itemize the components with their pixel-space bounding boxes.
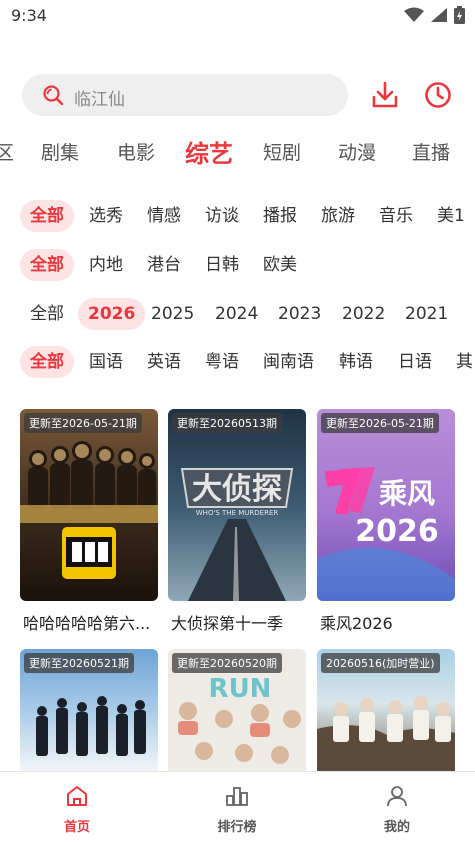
poster-title-text: 乘风 (379, 477, 435, 510)
filter-chip[interactable]: 播报 (263, 200, 297, 232)
filter-chip[interactable]: 2024 (215, 298, 258, 330)
show-card[interactable]: 大侦探 WHO'S THE MURDERER 更新至20260513期 大侦探第… (168, 409, 306, 633)
update-badge: 20260516(加时营业) (321, 653, 440, 673)
update-badge: 更新至2026-05-21期 (24, 413, 142, 433)
update-badge: 更新至2026-05-21期 (321, 413, 439, 433)
status-bar: 9:34 (0, 0, 475, 34)
filter-row-language: 全部 国语 英语 粤语 闽南语 韩语 日语 其 (0, 346, 475, 378)
filter-chip[interactable]: 旅游 (321, 200, 355, 232)
show-poster: 更新至2026-05-21期 (20, 409, 158, 601)
show-poster: 20260516(加时营业) (317, 649, 455, 771)
filter-chip[interactable]: 全部 (20, 249, 74, 281)
show-poster: 更新至20260521期 (20, 649, 158, 771)
show-poster: 乘风 2026 更新至2026-05-21期 (317, 409, 455, 601)
filter-chip[interactable]: 音乐 (379, 200, 413, 232)
wifi-icon (404, 7, 424, 22)
filter-chip[interactable]: 欧美 (263, 249, 297, 281)
tab-ranking[interactable]: 排行榜 (197, 784, 277, 835)
chart-icon (226, 787, 248, 806)
update-badge: 更新至20260513期 (172, 413, 282, 433)
poster-logo-text: 大侦探 (192, 472, 282, 507)
tab-label: 排行榜 (217, 820, 257, 835)
tab-series[interactable]: 剧集 (41, 138, 79, 165)
filter-chip[interactable]: 韩语 (339, 346, 373, 378)
filter-chip[interactable]: 国语 (89, 346, 123, 378)
battery-icon (454, 6, 465, 24)
poster-logo-text: RUN (209, 674, 272, 704)
filter-chip[interactable]: 全部 (20, 200, 74, 232)
filter-chip[interactable]: 港台 (147, 249, 181, 281)
filter-chip[interactable]: 2023 (278, 298, 321, 330)
filter-chip[interactable]: 情感 (147, 200, 181, 232)
signal-icon (431, 8, 447, 22)
tab-movies[interactable]: 电影 (117, 138, 155, 165)
tab-label: 我的 (383, 820, 410, 835)
bottom-tab-bar: 首页 排行榜 我的 (0, 771, 475, 845)
show-poster: RUN 更新至20260520期 (168, 649, 306, 771)
show-title: 乘风2026 (320, 614, 393, 633)
download-icon[interactable] (370, 80, 400, 110)
filter-chip[interactable]: 选秀 (89, 200, 123, 232)
update-badge: 更新至20260521期 (24, 653, 134, 673)
tab-variety[interactable]: 综艺 (185, 134, 233, 169)
search-placeholder: 临江仙 (74, 90, 125, 110)
tab-home[interactable]: 首页 (37, 784, 117, 835)
search-icon (43, 85, 64, 106)
poster-year-text: 2026 (355, 514, 439, 549)
filter-chip[interactable]: 访谈 (205, 200, 239, 232)
filter-row-type: 全部 选秀 情感 访谈 播报 旅游 音乐 美1 (0, 200, 475, 232)
filter-chip[interactable]: 其 (456, 346, 473, 378)
show-card[interactable]: 更新至20260521期 (20, 649, 158, 771)
filter-chip[interactable]: 2026 (78, 298, 146, 330)
show-title: 大侦探第十一季 (171, 614, 284, 633)
tab-live[interactable]: 直播 (412, 138, 450, 165)
history-icon[interactable] (423, 80, 453, 110)
search-row: 临江仙 (0, 72, 475, 118)
show-card[interactable]: 20260516(加时营业) (317, 649, 455, 771)
tab-label: 首页 (63, 820, 90, 835)
filter-chip[interactable]: 内地 (89, 249, 123, 281)
filter-chip[interactable]: 2021 (405, 298, 448, 330)
show-title: 哈哈哈哈哈第六... (23, 614, 151, 633)
poster-sub-text: WHO'S THE MURDERER (196, 509, 279, 517)
status-time: 9:34 (11, 6, 47, 25)
filter-chip[interactable]: 全部 (30, 298, 64, 330)
update-badge: 更新至20260520期 (172, 653, 282, 673)
filter-row-year: 全部 2026 2025 2024 2023 2022 2021 (0, 298, 475, 330)
tab-anime[interactable]: 动漫 (338, 138, 376, 165)
filter-chip[interactable]: 美1 (437, 200, 465, 232)
filter-row-region: 全部 内地 港台 日韩 欧美 (0, 249, 475, 281)
filter-chip[interactable]: 2025 (151, 298, 194, 330)
filter-chip[interactable]: 日语 (398, 346, 432, 378)
show-card[interactable]: RUN 更新至20260520期 (168, 649, 306, 771)
user-icon (387, 786, 407, 807)
filter-chip[interactable]: 全部 (20, 346, 74, 378)
filter-chip[interactable]: 闽南语 (263, 346, 314, 378)
filter-chip[interactable]: 英语 (147, 346, 181, 378)
tab-category-0[interactable]: 区 (0, 138, 14, 165)
filter-chip[interactable]: 粤语 (205, 346, 239, 378)
filter-chip[interactable]: 日韩 (205, 249, 239, 281)
home-icon (67, 786, 87, 806)
show-card[interactable]: 更新至2026-05-21期 哈哈哈哈哈第六... (20, 409, 158, 633)
show-poster: 大侦探 WHO'S THE MURDERER 更新至20260513期 (168, 409, 306, 601)
search-input[interactable]: 临江仙 (22, 74, 348, 116)
show-card[interactable]: 乘风 2026 更新至2026-05-21期 乘风2026 (317, 409, 455, 633)
tab-short-drama[interactable]: 短剧 (263, 138, 301, 165)
filter-chip[interactable]: 2022 (342, 298, 385, 330)
tab-mine[interactable]: 我的 (357, 784, 437, 835)
